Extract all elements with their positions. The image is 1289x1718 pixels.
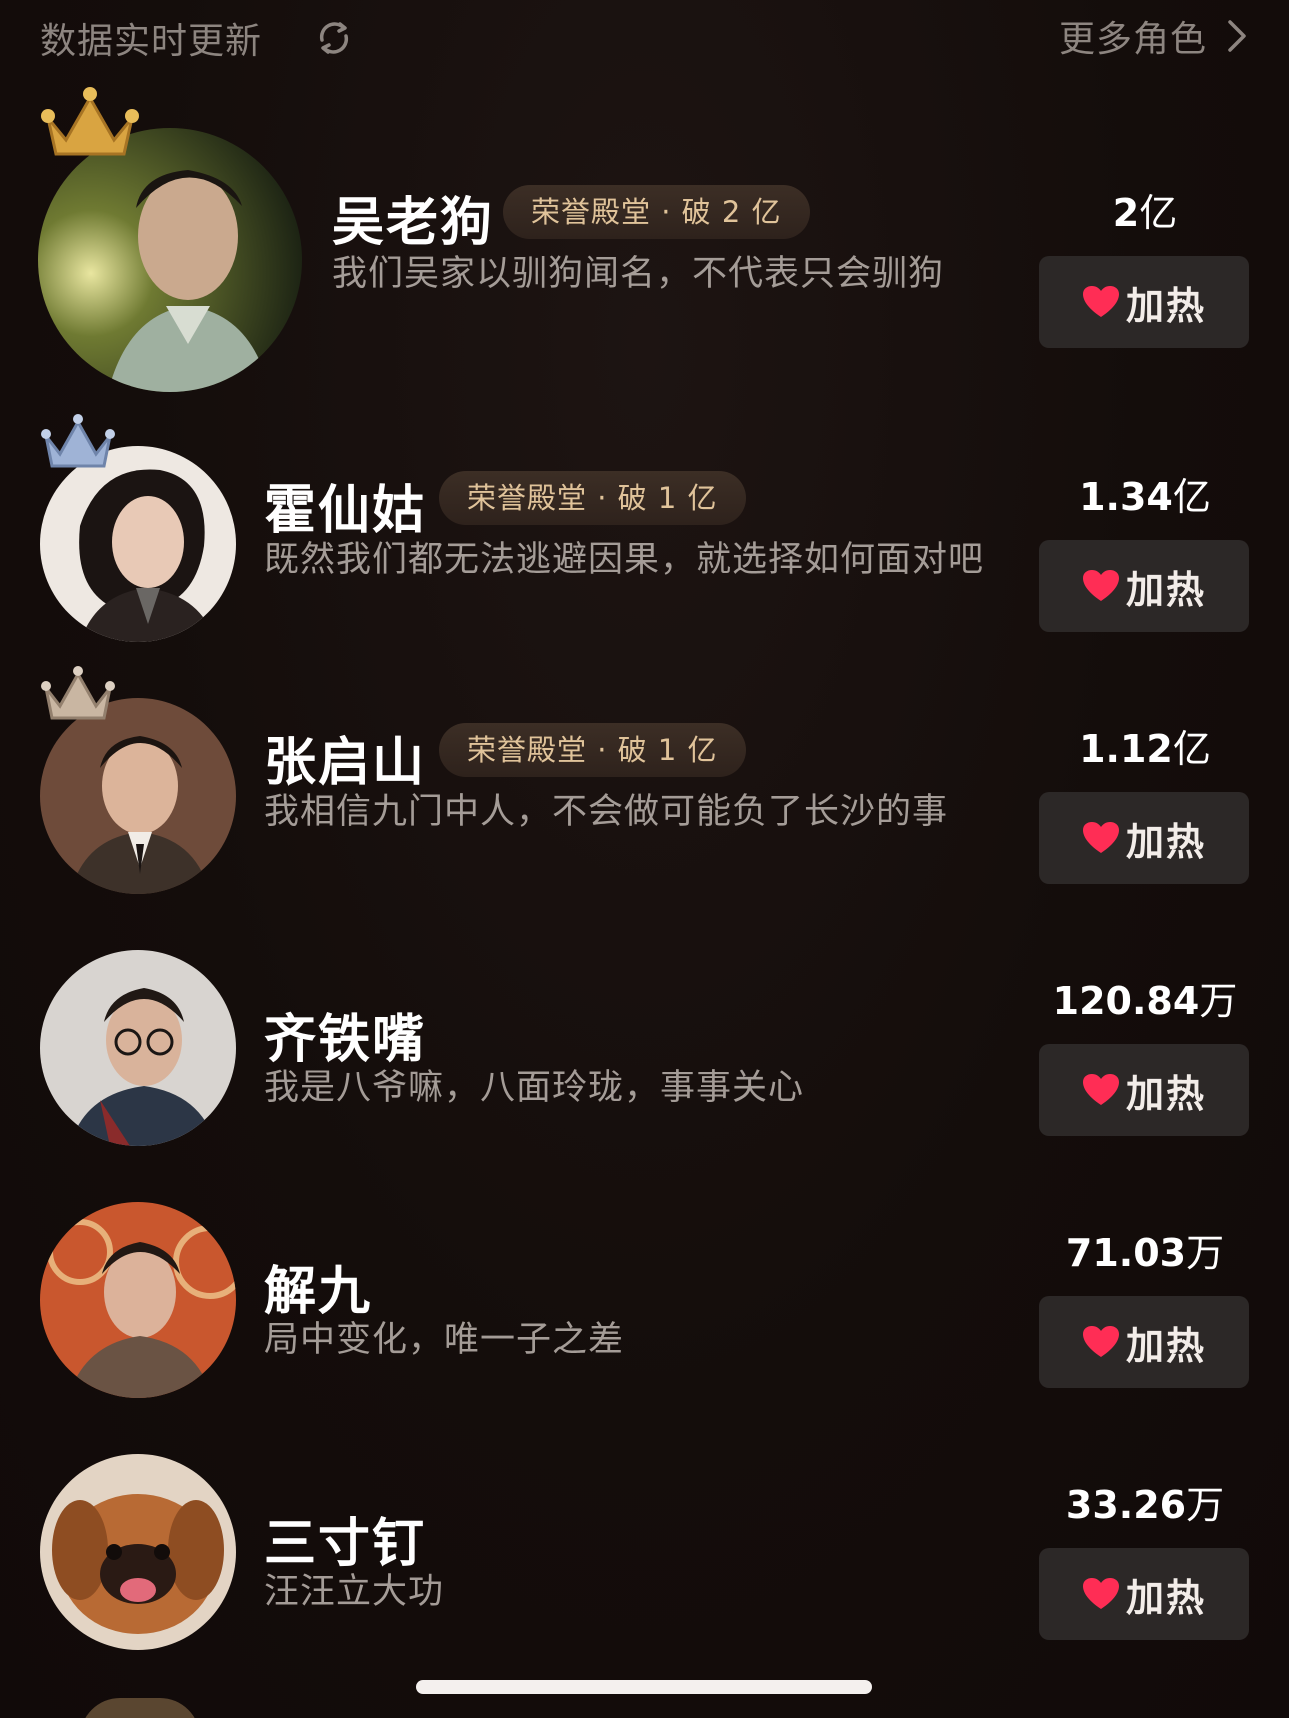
- avatar-frame: [40, 1202, 236, 1398]
- avatar-frame: [40, 950, 236, 1146]
- portrait-image: [40, 950, 236, 1146]
- portrait-image: [40, 1202, 236, 1398]
- role-quote: 我是八爷嘛，八面玲珑，事事关心: [264, 1068, 805, 1108]
- heat-button[interactable]: 加热: [1039, 1296, 1249, 1388]
- heart-icon: [1082, 1074, 1119, 1105]
- heat-count: 2亿: [1030, 182, 1260, 237]
- portrait-image: [40, 698, 236, 894]
- portrait-image: [40, 446, 236, 642]
- heat-count: 120.84万: [1030, 970, 1260, 1025]
- refresh-icon[interactable]: [314, 18, 354, 58]
- honor-badge: 荣誉殿堂 · 破 2 亿: [503, 185, 810, 239]
- home-indicator[interactable]: [416, 1680, 872, 1694]
- heat-button[interactable]: 加热: [1039, 792, 1249, 884]
- heat-count-value: 120.84: [1052, 979, 1200, 1023]
- avatar-frame: [38, 87, 302, 392]
- heat-count: 1.34亿: [1030, 466, 1260, 521]
- next-avatar-peek: [80, 1698, 200, 1718]
- role-name: 齐铁嘴: [264, 1010, 427, 1070]
- heat-count: 71.03万: [1030, 1222, 1260, 1277]
- heat-button[interactable]: 加热: [1039, 1548, 1249, 1640]
- more-roles-label: 更多角色: [1058, 19, 1207, 60]
- heat-count-unit: 亿: [1139, 191, 1178, 235]
- role-name: 吴老狗: [332, 193, 495, 253]
- chevron-right-icon: [1228, 20, 1246, 52]
- heart-icon: [1082, 1578, 1119, 1609]
- heart-icon: [1082, 570, 1119, 601]
- heart-icon: [1082, 1326, 1119, 1357]
- heat-button-label: 加热: [1125, 819, 1206, 864]
- heat-count-value: 1.12: [1079, 727, 1173, 771]
- avatar-frame: [40, 1454, 236, 1650]
- bronze-crown-icon: [41, 666, 115, 720]
- gold-crown-icon: [41, 87, 139, 156]
- avatar[interactable]: [40, 698, 236, 894]
- heat-button-label: 加热: [1125, 1575, 1206, 1620]
- portrait-image: [40, 1454, 236, 1650]
- honor-badge: 荣誉殿堂 · 破 1 亿: [439, 723, 746, 777]
- heat-count: 33.26万: [1030, 1474, 1260, 1529]
- avatar-frame: [40, 414, 236, 642]
- heat-count: 1.12亿: [1030, 718, 1260, 773]
- silver-crown-icon: [41, 414, 115, 468]
- avatar[interactable]: [38, 128, 302, 392]
- heat-button-label: 加热: [1125, 1323, 1206, 1368]
- role-name: 霍仙姑: [264, 481, 427, 541]
- heat-count-unit: 万: [1199, 979, 1238, 1023]
- heart-icon: [1082, 286, 1119, 317]
- portrait-image: [38, 128, 302, 392]
- heat-button[interactable]: 加热: [1039, 256, 1249, 348]
- heat-count-unit: 万: [1186, 1231, 1225, 1275]
- avatar-frame: [40, 666, 236, 894]
- role-name: 解九: [264, 1262, 373, 1322]
- heart-icon: [1082, 822, 1119, 853]
- heat-button[interactable]: 加热: [1039, 1044, 1249, 1136]
- heat-count-value: 1.34: [1079, 475, 1173, 519]
- role-ranking-screen: 数据实时更新 更多角色 吴老狗 荣誉殿堂 · 破 2 亿 我们吴家以驯狗闻名，不…: [0, 0, 1289, 1718]
- heat-count-unit: 万: [1186, 1483, 1225, 1527]
- role-quote: 既然我们都无法逃避因果，就选择如何面对吧: [264, 540, 985, 580]
- heat-count-value: 33.26: [1065, 1483, 1187, 1527]
- honor-badge: 荣誉殿堂 · 破 1 亿: [439, 471, 746, 525]
- heat-count-unit: 亿: [1172, 475, 1211, 519]
- avatar[interactable]: [40, 950, 236, 1146]
- role-name: 三寸钉: [264, 1514, 427, 1574]
- heat-count-value: 2: [1112, 191, 1140, 235]
- more-roles-link[interactable]: 更多角色: [1059, 8, 1249, 64]
- ranking-header: 数据实时更新 更多角色: [0, 0, 1289, 72]
- heat-button[interactable]: 加热: [1039, 540, 1249, 632]
- realtime-status-text: 数据实时更新: [40, 21, 263, 62]
- avatar[interactable]: [40, 1454, 236, 1650]
- role-quote: 汪汪立大功: [264, 1572, 445, 1612]
- heat-count-value: 71.03: [1065, 1231, 1187, 1275]
- role-quote: 我相信九门中人，不会做可能负了长沙的事: [264, 792, 949, 832]
- role-quote: 我们吴家以驯狗闻名，不代表只会驯狗: [332, 254, 945, 294]
- heat-button-label: 加热: [1125, 283, 1206, 328]
- role-quote: 局中变化，唯一子之差: [264, 1320, 625, 1360]
- heat-button-label: 加热: [1125, 567, 1206, 612]
- heat-count-unit: 亿: [1172, 727, 1211, 771]
- avatar[interactable]: [40, 446, 236, 642]
- avatar[interactable]: [40, 1202, 236, 1398]
- role-name: 张启山: [264, 733, 427, 793]
- heat-button-label: 加热: [1125, 1071, 1206, 1116]
